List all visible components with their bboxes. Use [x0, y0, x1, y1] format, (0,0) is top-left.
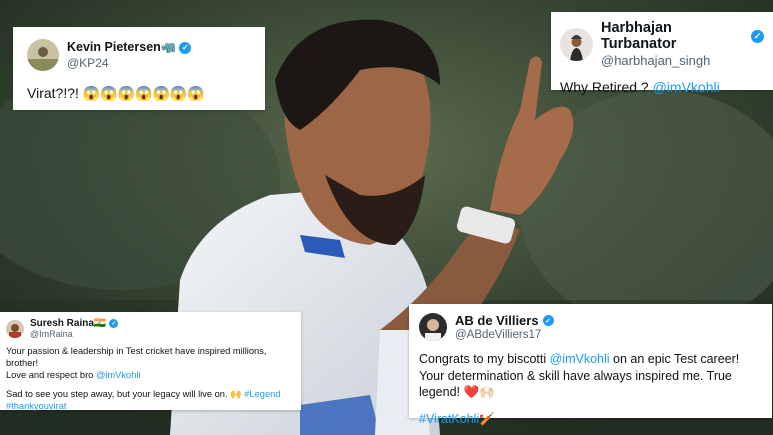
tweet-card-harbhajan[interactable]: Harbhajan Turbanator ✓ @harbhajan_singh … [551, 12, 773, 95]
display-name[interactable]: Harbhajan Turbanator [601, 20, 747, 52]
tweet-text: Virat?!?! 😱😱😱😱😱😱😱 [27, 85, 205, 101]
display-name[interactable]: AB de Villiers [455, 313, 539, 328]
user-handle[interactable]: @KP24 [67, 56, 191, 70]
verified-badge-icon: ✓ [109, 319, 119, 328]
user-handle[interactable]: @ImRaina [30, 329, 118, 339]
tweet-text: Sad to see you step away, but your legac… [6, 388, 295, 412]
mention-link[interactable]: @imVkohli [653, 79, 720, 95]
user-handle[interactable]: @harbhajan_singh [601, 53, 764, 68]
mention-link[interactable]: @imVkohli [96, 370, 141, 380]
verified-badge-icon: ✓ [542, 315, 554, 326]
tweet-card-suresh-raina[interactable]: Suresh Raina🇮🇳 ✓ @ImRaina Your passion &… [0, 312, 301, 412]
tweet-header: Suresh Raina🇮🇳 ✓ @ImRaina [6, 318, 295, 339]
tweet-line: Sad to see you step away, but your legac… [6, 389, 245, 399]
tweet-line: Love and respect bro [6, 370, 96, 380]
tweet-text-plain: Why Retired ? [560, 79, 653, 95]
avatar[interactable] [6, 319, 24, 338]
tweet-text: Your passion & leadership in Test cricke… [6, 345, 295, 381]
tweet-text: Congrats to my biscotti @imVkohli on an … [419, 351, 762, 401]
tweet-header: Harbhajan Turbanator ✓ @harbhajan_singh [560, 20, 764, 68]
avatar[interactable] [419, 313, 447, 341]
tweet-text: Why Retired ? @imVkohli [560, 79, 764, 95]
display-name[interactable]: Suresh Raina🇮🇳 [30, 318, 106, 329]
mention-link[interactable]: @imVkohli [550, 352, 610, 366]
user-handle[interactable]: @ABdeVilliers17 [455, 329, 554, 341]
hashtag-link[interactable]: #thankyouvirat [6, 401, 66, 411]
tweet-header: AB de Villiers ✓ @ABdeVilliers17 [419, 313, 762, 341]
avatar[interactable] [27, 39, 59, 71]
verified-badge-icon: ✓ [179, 41, 192, 54]
tweet-line: Your passion & leadership in Test cricke… [6, 346, 270, 368]
tweet-card-ab-de-villiers[interactable]: AB de Villiers ✓ @ABdeVilliers17 Congrat… [409, 304, 772, 426]
hashtag-link[interactable]: #Legend [244, 389, 280, 399]
display-name[interactable]: Kevin Pietersen🦏 [67, 40, 176, 55]
tweet-header: Kevin Pietersen🦏 ✓ @KP24 [27, 39, 251, 71]
tweet-card-kevin-pietersen[interactable]: Kevin Pietersen🦏 ✓ @KP24 Virat?!?! 😱😱😱😱😱… [13, 27, 265, 110]
hashtag-link[interactable]: #ViratKohli🏏 [419, 412, 495, 426]
verified-badge-icon: ✓ [751, 29, 764, 43]
tweet-text-plain: Congrats to my biscotti [419, 352, 550, 366]
avatar[interactable] [560, 27, 593, 61]
